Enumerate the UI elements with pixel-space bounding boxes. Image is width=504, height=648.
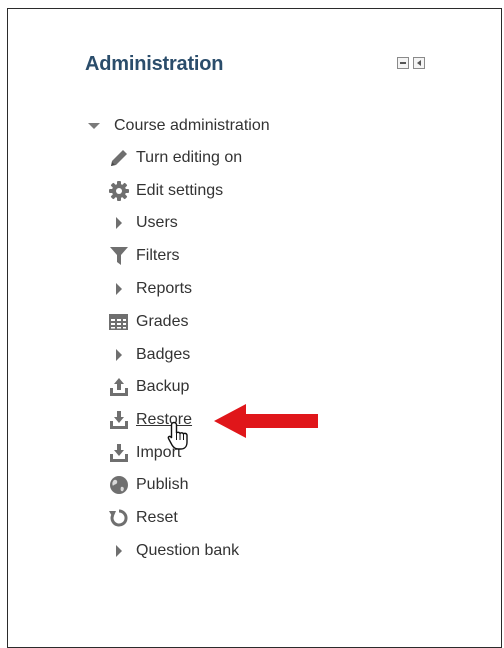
hide-block-icon[interactable] <box>413 57 425 69</box>
filter-icon <box>108 246 130 266</box>
tree-item-turn-editing-on[interactable]: Turn editing on <box>108 147 242 169</box>
tree-item-label: Reports <box>136 280 193 297</box>
globe-icon <box>108 475 130 495</box>
tree-item-grades[interactable]: Grades <box>108 311 188 333</box>
download-icon <box>108 443 130 463</box>
tree-item-label: Question bank <box>136 542 240 559</box>
caret-right-icon <box>108 345 130 365</box>
admin-block-frame <box>7 8 502 648</box>
tree-item-reset[interactable]: Reset <box>108 507 178 529</box>
table-icon <box>108 312 130 332</box>
tree-item-backup[interactable]: Backup <box>108 376 189 398</box>
tree-item-label: Filters <box>136 247 180 264</box>
tree-item-users[interactable]: Users <box>108 212 178 234</box>
tree-item-label: Edit settings <box>136 182 224 199</box>
tree-item-label: Turn editing on <box>136 149 243 166</box>
upload-icon <box>108 377 130 397</box>
caret-right-icon <box>108 213 130 233</box>
tree-root-course-administration[interactable]: Course administration <box>86 115 270 137</box>
refresh-icon <box>108 508 130 528</box>
tree-item-label: Backup <box>136 378 190 395</box>
tree-item-label: Users <box>136 214 178 231</box>
tree-item-label: Badges <box>136 346 191 363</box>
tree-item-edit-settings[interactable]: Edit settings <box>108 180 223 202</box>
pencil-icon <box>108 148 130 168</box>
block-controls <box>397 57 425 69</box>
tree-item-label: Reset <box>136 509 178 526</box>
caret-down-icon <box>86 116 104 136</box>
tree-item-label: Grades <box>136 313 189 330</box>
caret-right-icon <box>108 279 130 299</box>
gear-icon <box>108 181 130 201</box>
caret-right-icon <box>108 541 130 561</box>
tree-item-label: Publish <box>136 476 189 493</box>
tree-item-filters[interactable]: Filters <box>108 245 180 267</box>
tree-item-badges[interactable]: Badges <box>108 344 190 366</box>
red-arrow-icon <box>214 404 318 438</box>
block-title: Administration <box>85 53 224 75</box>
tree-root-label: Course administration <box>114 117 270 134</box>
hand-cursor-icon <box>167 421 188 450</box>
tree-item-publish[interactable]: Publish <box>108 474 188 496</box>
download-icon <box>108 410 130 430</box>
tree-item-reports[interactable]: Reports <box>108 278 192 300</box>
tree-item-question-bank[interactable]: Question bank <box>108 540 239 562</box>
dock-block-icon[interactable] <box>397 57 409 69</box>
